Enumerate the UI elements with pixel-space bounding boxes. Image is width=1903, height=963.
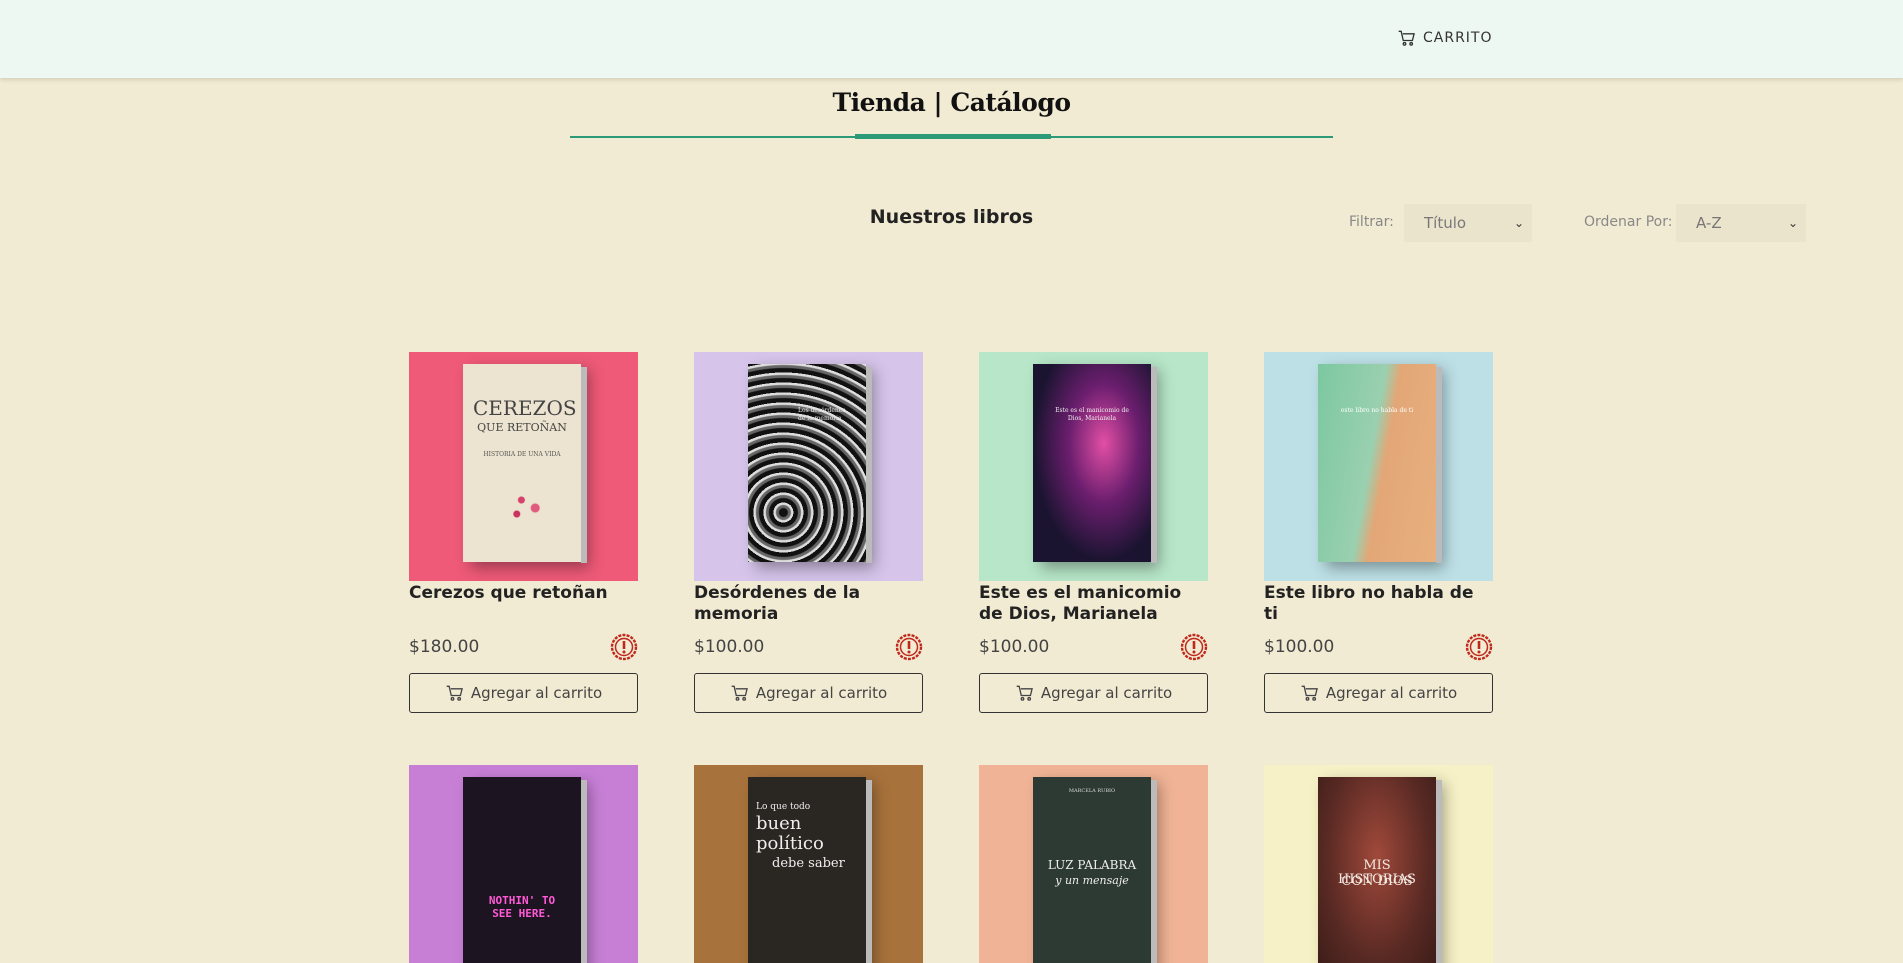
cover-title-line-4: debe saber — [772, 856, 845, 871]
cover-title-line-1: Lo que todo — [756, 802, 811, 812]
product-cover[interactable]: Los desórdenes de la memoria — [694, 352, 923, 581]
filter-select-value: Título — [1424, 214, 1467, 232]
cart-icon — [1301, 685, 1318, 701]
add-to-cart-button[interactable]: Agregar al carrito — [1264, 673, 1493, 713]
cover-subtitle: SEE HERE. — [492, 907, 552, 920]
product-cover[interactable]: MIS HISTORIAS CON DIOS — [1264, 765, 1493, 963]
cover-author: MARCELA RUBIO — [1068, 788, 1116, 794]
sort-label: Ordenar Por: — [1584, 214, 1673, 230]
product-card: Los desórdenes de la memoria Desórdenes … — [694, 352, 923, 713]
cover-subtitle: y un mensaje — [1055, 874, 1129, 887]
product-card: Lo que todo buen político debe saber — [694, 765, 923, 963]
alert-badge-icon[interactable] — [1180, 633, 1208, 661]
book-cover-image: este libro no habla de ti — [1318, 364, 1442, 563]
filter-label: Filtrar: — [1349, 214, 1394, 230]
product-card: este libro no habla de ti Este libro no … — [1264, 352, 1493, 713]
sort-select-value: A-Z — [1696, 214, 1722, 232]
add-to-cart-label: Agregar al carrito — [1040, 684, 1173, 702]
product-price: $180.00 — [409, 637, 480, 657]
product-card: NOTHIN' TO SEE HERE. — [409, 765, 638, 963]
product-cover[interactable]: Este es el manicomio de Dios, Marianela — [979, 352, 1208, 581]
add-to-cart-label: Agregar al carrito — [755, 684, 888, 702]
add-to-cart-button[interactable]: Agregar al carrito — [694, 673, 923, 713]
product-card: MARCELA RUBIO LUZ PALABRA y un mensaje — [979, 765, 1208, 963]
cover-title: Este es el manicomio de — [1055, 407, 1129, 414]
sort-select[interactable]: A-Z ⌄ — [1676, 204, 1806, 242]
cover-subtitle: QUE RETOÑAN — [477, 421, 567, 434]
add-to-cart-button[interactable]: Agregar al carrito — [979, 673, 1208, 713]
cover-subtitle: Dios, Marianela — [1067, 415, 1117, 422]
add-to-cart-label: Agregar al carrito — [470, 684, 603, 702]
cart-icon — [1016, 685, 1033, 701]
book-cover-image: CEREZOS QUE RETOÑAN HISTORIA DE UNA VIDA — [463, 364, 587, 563]
book-cover-image: MIS HISTORIAS CON DIOS — [1318, 777, 1442, 963]
cart-icon — [446, 685, 463, 701]
product-card: Este es el manicomio de Dios, Marianela … — [979, 352, 1208, 713]
chevron-down-icon: ⌄ — [1513, 216, 1524, 230]
cover-title: LUZ PALABRA — [1047, 858, 1137, 872]
add-to-cart-button[interactable]: Agregar al carrito — [409, 673, 638, 713]
title-underline-accent — [855, 134, 1051, 139]
product-cover[interactable]: NOTHIN' TO SEE HERE. — [409, 765, 638, 963]
product-cover[interactable]: Lo que todo buen político debe saber — [694, 765, 923, 963]
cherry-blossom-illustration — [503, 484, 549, 524]
page-title: Tienda | Catálogo — [832, 88, 1071, 117]
cover-subtitle: CON DIOS — [1341, 874, 1413, 889]
product-title[interactable]: Cerezos que retoñan — [409, 583, 638, 633]
product-cover[interactable]: CEREZOS QUE RETOÑAN HISTORIA DE UNA VIDA — [409, 352, 638, 581]
cover-title-line-2: buen — [756, 813, 802, 834]
cover-title: NOTHIN' TO — [488, 894, 556, 907]
book-cover-image: MARCELA RUBIO LUZ PALABRA y un mensaje — [1033, 777, 1157, 963]
book-cover-image: Este es el manicomio de Dios, Marianela — [1033, 364, 1157, 563]
product-price: $100.00 — [979, 637, 1050, 657]
top-navbar: CARRITO — [0, 0, 1903, 78]
cart-label: CARRITO — [1423, 30, 1493, 46]
cart-icon — [731, 685, 748, 701]
product-title[interactable]: Desórdenes de la memoria — [694, 583, 923, 633]
cover-tagline: HISTORIA DE UNA VIDA — [483, 451, 561, 458]
cart-icon — [1398, 30, 1415, 46]
cover-subtitle: de la memoria — [798, 415, 842, 422]
cover-title: CEREZOS — [473, 396, 577, 420]
book-cover-image: Lo que todo buen político debe saber — [748, 777, 872, 963]
book-cover-image: NOTHIN' TO SEE HERE. — [463, 777, 587, 963]
alert-badge-icon[interactable] — [1465, 633, 1493, 661]
product-cover[interactable]: MARCELA RUBIO LUZ PALABRA y un mensaje — [979, 765, 1208, 963]
cover-title: este libro no habla de ti — [1340, 407, 1414, 414]
product-card: MIS HISTORIAS CON DIOS — [1264, 765, 1493, 963]
product-card: CEREZOS QUE RETOÑAN HISTORIA DE UNA VIDA… — [409, 352, 638, 713]
add-to-cart-label: Agregar al carrito — [1325, 684, 1458, 702]
alert-badge-icon[interactable] — [610, 633, 638, 661]
product-price: $100.00 — [1264, 637, 1335, 657]
product-title[interactable]: Este es el manicomio de Dios, Marianela — [979, 583, 1208, 633]
cover-title-line-3: político — [756, 833, 824, 854]
book-cover-image: Los desórdenes de la memoria — [748, 364, 872, 563]
cart-link[interactable]: CARRITO — [1397, 27, 1493, 49]
product-price: $100.00 — [694, 637, 765, 657]
filter-select[interactable]: Título ⌄ — [1404, 204, 1532, 242]
alert-badge-icon[interactable] — [895, 633, 923, 661]
product-cover[interactable]: este libro no habla de ti — [1264, 352, 1493, 581]
chevron-down-icon: ⌄ — [1787, 216, 1798, 230]
product-title[interactable]: Este libro no habla de ti — [1264, 583, 1493, 633]
cover-title: Los desórdenes — [798, 407, 846, 414]
